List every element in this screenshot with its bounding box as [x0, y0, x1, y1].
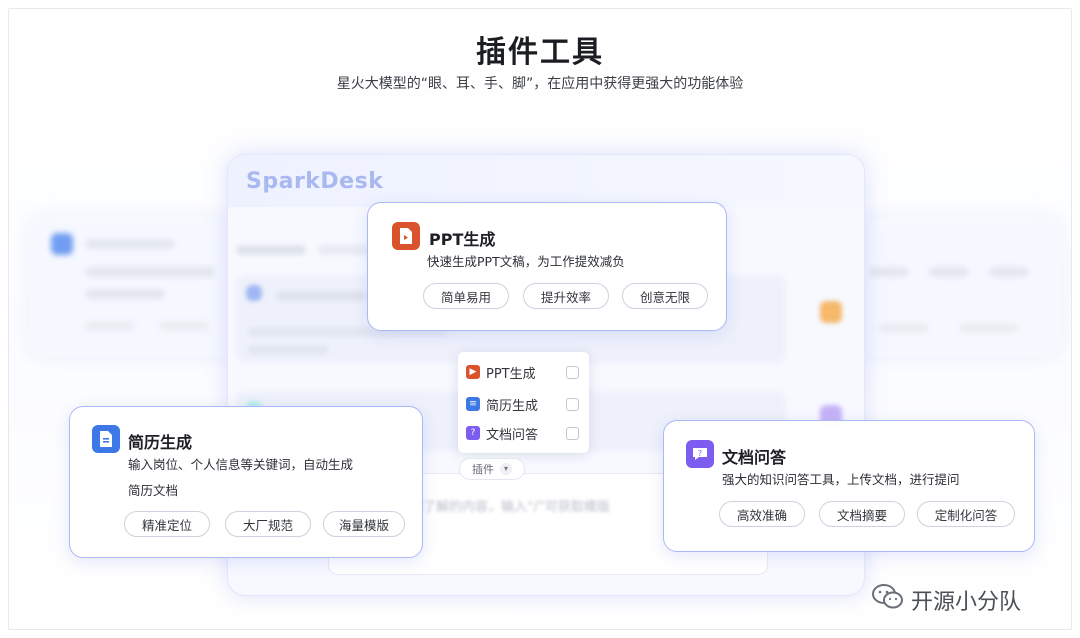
page-subtitle: 星火大模型的“眼、耳、手、脚”，在应用中获得更强大的功能体验	[336, 76, 744, 92]
ppt-tag-efficiency: 提升效率	[523, 283, 609, 309]
ppt-card-desc: 快速生成PPT文稿，为工作提效减负	[427, 254, 625, 269]
svg-text:?: ?	[698, 449, 702, 458]
resume-card-desc-line2: 简历文档	[128, 483, 179, 498]
plugin-checkbox-ppt[interactable]	[566, 365, 579, 379]
wechat-icon	[871, 583, 905, 617]
plugin-menu: ▶ PPT生成 ≡ 简历生成 ? 文档问答	[458, 352, 589, 453]
resume-tag-standard: 大厂规范	[225, 511, 311, 537]
plugin-menu-item-resume[interactable]: ≡ 简历生成	[466, 392, 581, 416]
brand-logo: SparkDesk	[246, 169, 384, 194]
plugin-checkbox-docqa[interactable]	[566, 426, 579, 440]
ppt-feature-card: PPT生成 快速生成PPT文稿，为工作提效减负 简单易用 提升效率 创意无限	[367, 202, 727, 331]
page-title: 插件工具	[476, 35, 604, 70]
resume-card-title: 简历生成	[128, 433, 193, 452]
ppt-card-title: PPT生成	[429, 230, 496, 249]
plugin-menu-item-label: 简历生成	[486, 398, 539, 414]
doc-qa-icon: ?	[466, 426, 480, 440]
plugin-button-label: 插件	[472, 463, 494, 476]
plugin-menu-item-ppt[interactable]: ▶ PPT生成	[466, 360, 581, 384]
watermark-text: 开源小分队	[911, 590, 1022, 615]
plugin-menu-item-docqa[interactable]: ? 文档问答	[466, 421, 581, 445]
ppt-icon	[392, 222, 420, 250]
resume-feature-card: 简历生成 输入岗位、个人信息等关键词，自动生成 简历文档 精准定位 大厂规范 海…	[69, 406, 423, 558]
resume-icon: ≡	[466, 397, 480, 411]
ppt-icon: ▶	[466, 365, 480, 379]
doc-qa-tag-custom: 定制化问答	[917, 501, 1015, 527]
doc-qa-feature-card: ? 文档问答 强大的知识问答工具，上传文档，进行提问 高效准确 文档摘要 定制化…	[663, 420, 1035, 552]
doc-qa-tag-accurate: 高效准确	[719, 501, 805, 527]
page-frame: 插件工具 星火大模型的“眼、耳、手、脚”，在应用中获得更强大的功能体验 Spar…	[8, 8, 1072, 630]
ppt-tag-creative: 创意无限	[622, 283, 708, 309]
ppt-tag-easy: 简单易用	[423, 283, 509, 309]
doc-qa-card-title: 文档问答	[722, 448, 787, 467]
plugin-menu-item-label: 文档问答	[486, 427, 539, 443]
plugin-menu-item-label: PPT生成	[486, 366, 536, 382]
watermark: 开源小分队	[871, 583, 1021, 617]
plugin-button[interactable]: 插件 ▾	[459, 458, 525, 480]
resume-tag-templates: 海量模版	[323, 511, 405, 537]
background-card-left	[29, 217, 239, 357]
doc-qa-tag-summary: 文档摘要	[819, 501, 905, 527]
resume-card-desc-line1: 输入岗位、个人信息等关键词，自动生成	[128, 457, 354, 472]
doc-qa-card-desc: 强大的知识问答工具，上传文档，进行提问	[722, 472, 960, 487]
window-header: SparkDesk	[228, 155, 864, 207]
doc-qa-icon: ?	[686, 440, 714, 468]
resume-icon	[92, 425, 120, 453]
resume-tag-precise: 精准定位	[124, 511, 210, 537]
chevron-down-icon: ▾	[500, 463, 512, 475]
plugin-checkbox-resume[interactable]	[566, 397, 579, 411]
